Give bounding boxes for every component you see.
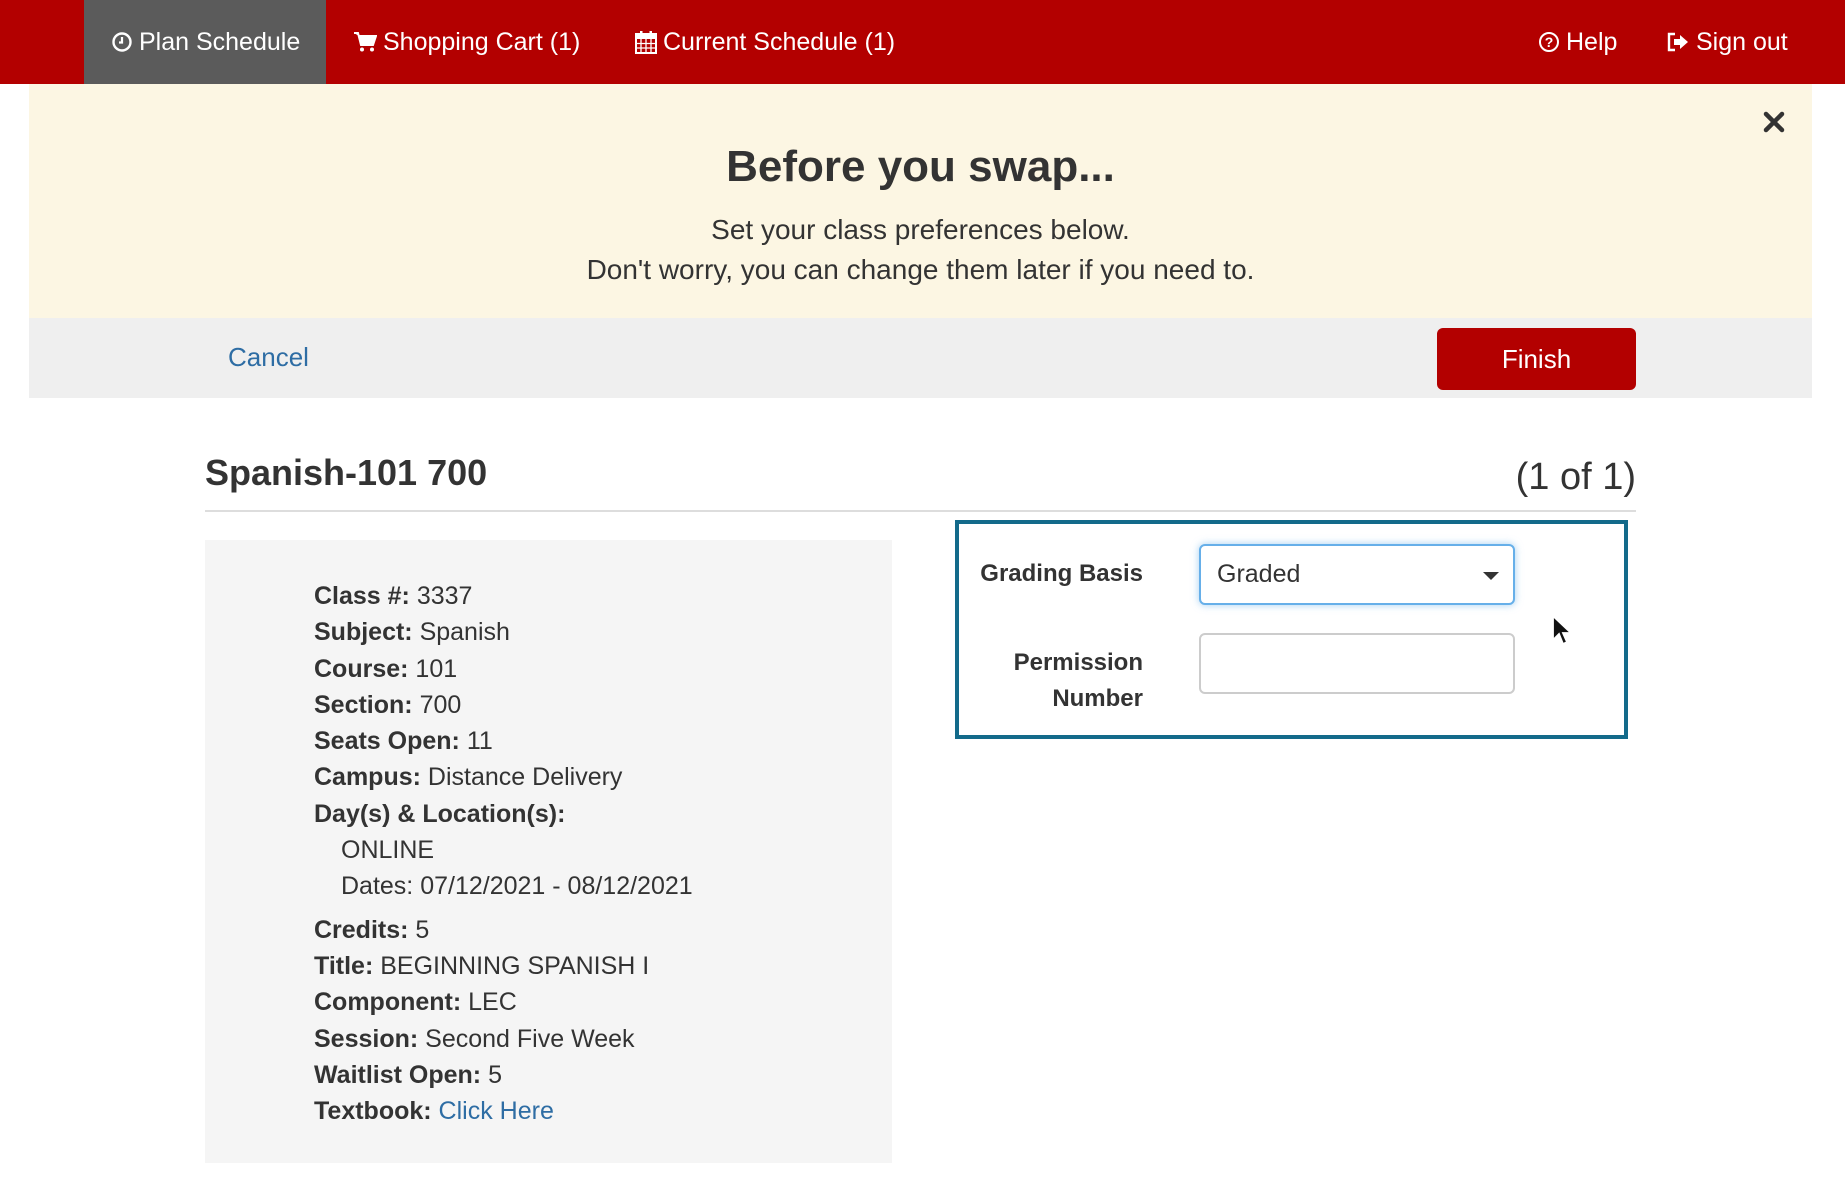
detail-days-locations: Day(s) & Location(s): <box>314 799 566 828</box>
detail-class-number: Class #: 3337 <box>314 582 473 610</box>
detail-session: Session: Second Five Week <box>314 1024 635 1053</box>
close-icon[interactable] <box>1762 110 1786 134</box>
banner-line-1: Set your class preferences below. <box>711 214 1130 245</box>
class-preferences-form: Grading Basis Graded Permission Number <box>955 520 1628 739</box>
permission-number-label: Permission Number <box>1013 649 1143 712</box>
banner-line-2: Don't worry, you can change them later i… <box>586 254 1255 285</box>
nav-help[interactable]: ? Help <box>1538 0 1617 84</box>
detail-campus: Campus: Distance Delivery <box>314 763 623 792</box>
svg-text:?: ? <box>1545 34 1554 50</box>
clock-icon <box>111 31 133 53</box>
top-navbar: Plan Schedule Shopping Cart (1) Current … <box>0 0 1845 84</box>
class-count: (1 of 1) <box>1515 456 1636 498</box>
nav-sign-out-label: Sign out <box>1696 27 1788 56</box>
detail-textbook: Textbook: Click Here <box>314 1097 554 1126</box>
detail-dates: Dates: 07/12/2021 - 08/12/2021 <box>341 872 693 901</box>
nav-current-schedule[interactable]: Current Schedule (1) <box>635 0 895 84</box>
detail-location: ONLINE <box>341 836 435 865</box>
detail-subject: Subject: Spanish <box>314 618 510 647</box>
calendar-icon <box>635 30 657 54</box>
nav-current-schedule-label: Current Schedule (1) <box>663 27 896 56</box>
nav-help-label: Help <box>1566 27 1618 56</box>
header-divider <box>205 510 1636 512</box>
class-details-panel: Class #: 3337 Subject: Spanish Course: 1… <box>205 540 892 1163</box>
swap-info-banner: Before you swap... Set your class prefer… <box>29 84 1812 318</box>
nav-sign-out[interactable]: Sign out <box>1666 0 1788 84</box>
nav-shopping-cart[interactable]: Shopping Cart (1) <box>353 0 580 84</box>
action-bar: Cancel Finish <box>29 318 1812 398</box>
cart-icon <box>353 31 377 53</box>
detail-component: Component: LEC <box>314 988 517 1017</box>
class-title: Spanish-101 700 <box>205 452 488 493</box>
textbook-link[interactable]: Click Here <box>439 1097 554 1125</box>
cancel-link[interactable]: Cancel <box>228 342 309 373</box>
detail-section: Section: 700 <box>314 690 462 719</box>
detail-waitlist-open: Waitlist Open: 5 <box>314 1060 502 1089</box>
class-details-list: Class #: 3337 Subject: Spanish Course: 1… <box>314 578 693 1129</box>
sign-out-icon <box>1666 31 1690 53</box>
banner-title: Before you swap... <box>726 142 1115 191</box>
detail-seats-open: Seats Open: 11 <box>314 727 493 756</box>
grading-basis-label: Grading Basis <box>980 560 1143 587</box>
nav-shopping-cart-label: Shopping Cart (1) <box>383 27 581 56</box>
caret-down-icon <box>1483 572 1499 580</box>
detail-credits: Credits: 5 <box>314 915 430 944</box>
grading-basis-value: Graded <box>1217 560 1301 588</box>
nav-plan-schedule-label: Plan Schedule <box>139 27 301 56</box>
question-circle-icon: ? <box>1538 31 1560 53</box>
permission-number-input[interactable] <box>1199 633 1515 694</box>
grading-basis-select[interactable]: Graded <box>1199 544 1515 605</box>
detail-title: Title: BEGINNING SPANISH I <box>314 951 650 980</box>
finish-button[interactable]: Finish <box>1437 328 1636 390</box>
detail-course: Course: 101 <box>314 654 458 683</box>
mouse-cursor-icon <box>1551 613 1575 650</box>
nav-plan-schedule[interactable]: Plan Schedule <box>84 0 326 84</box>
